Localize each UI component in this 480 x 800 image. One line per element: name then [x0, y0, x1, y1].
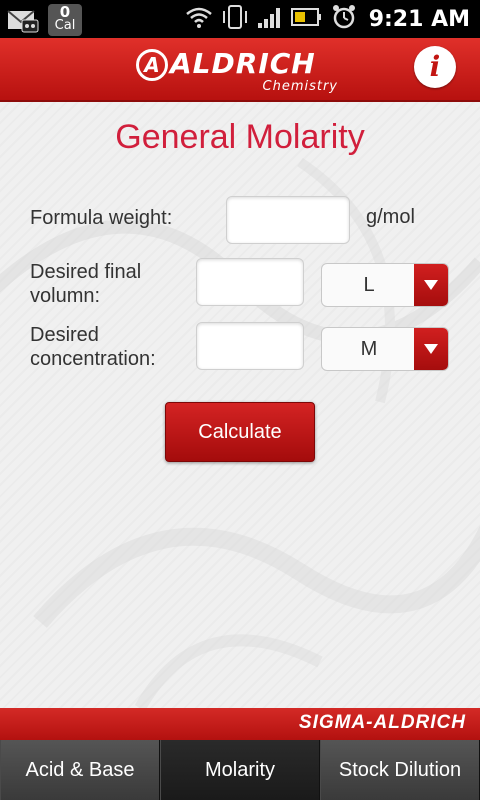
app-header: A ALDRICH Chemistry i — [0, 38, 480, 102]
mail-notification-icon — [6, 6, 40, 34]
vibrate-icon — [221, 4, 249, 34]
concentration-label-line2: concentration: — [30, 348, 156, 370]
alarm-icon — [331, 4, 357, 34]
status-bar: 0 Cal 9:21 AM — [0, 0, 480, 38]
brand-footer: SIGMA-ALDRICH — [0, 708, 480, 740]
calendar-label: Cal — [54, 18, 76, 33]
status-time: 9:21 AM — [368, 6, 470, 32]
concentration-input[interactable] — [196, 322, 304, 370]
logo-subtitle: Chemistry — [262, 79, 338, 94]
page-title: General Molarity — [115, 118, 365, 156]
calendar-notification-icon: 0 Cal — [48, 4, 82, 36]
wifi-icon — [185, 5, 213, 33]
formula-weight-unit: g/mol — [366, 206, 415, 228]
info-icon: i — [429, 50, 441, 83]
app-screen: 0 Cal 9:21 AM A ALDRICH Chemistry i Gene… — [0, 0, 480, 800]
final-volume-label-line1: Desired final — [30, 261, 142, 283]
tab-acid-base[interactable]: Acid & Base — [0, 740, 160, 800]
main-content: General Molarity Formula weight: g/mol D… — [0, 102, 480, 708]
volume-unit-select[interactable]: L — [321, 263, 449, 307]
calculate-button[interactable]: Calculate — [165, 402, 315, 462]
final-volume-label: Desired final volumn: — [30, 260, 141, 308]
signal-icon — [257, 5, 283, 33]
bottom-tab-bar: Acid & Base Molarity Stock Dilution — [0, 740, 480, 800]
aldrich-logo-mark-icon: A — [136, 49, 168, 81]
formula-weight-label: Formula weight: — [30, 207, 173, 229]
info-button[interactable]: i — [414, 46, 456, 88]
aldrich-logo: A ALDRICH Chemistry — [136, 47, 346, 94]
concentration-label: Desired concentration: — [30, 323, 156, 371]
volume-unit-value: L — [363, 273, 375, 296]
concentration-label-line1: Desired — [30, 324, 99, 346]
tab-molarity[interactable]: Molarity — [160, 740, 320, 800]
chevron-down-icon — [414, 264, 448, 306]
concentration-unit-value: M — [360, 337, 378, 360]
final-volume-input[interactable] — [196, 258, 304, 306]
final-volume-label-line2: volumn: — [30, 285, 101, 307]
logo-text: ALDRICH — [170, 47, 316, 80]
concentration-unit-select[interactable]: M — [321, 327, 449, 371]
sigma-aldrich-logo: SIGMA-ALDRICH — [298, 712, 466, 733]
battery-icon — [290, 6, 323, 32]
formula-weight-input[interactable] — [226, 196, 350, 244]
chevron-down-icon — [414, 328, 448, 370]
tab-stock-dilution[interactable]: Stock Dilution — [320, 740, 480, 800]
